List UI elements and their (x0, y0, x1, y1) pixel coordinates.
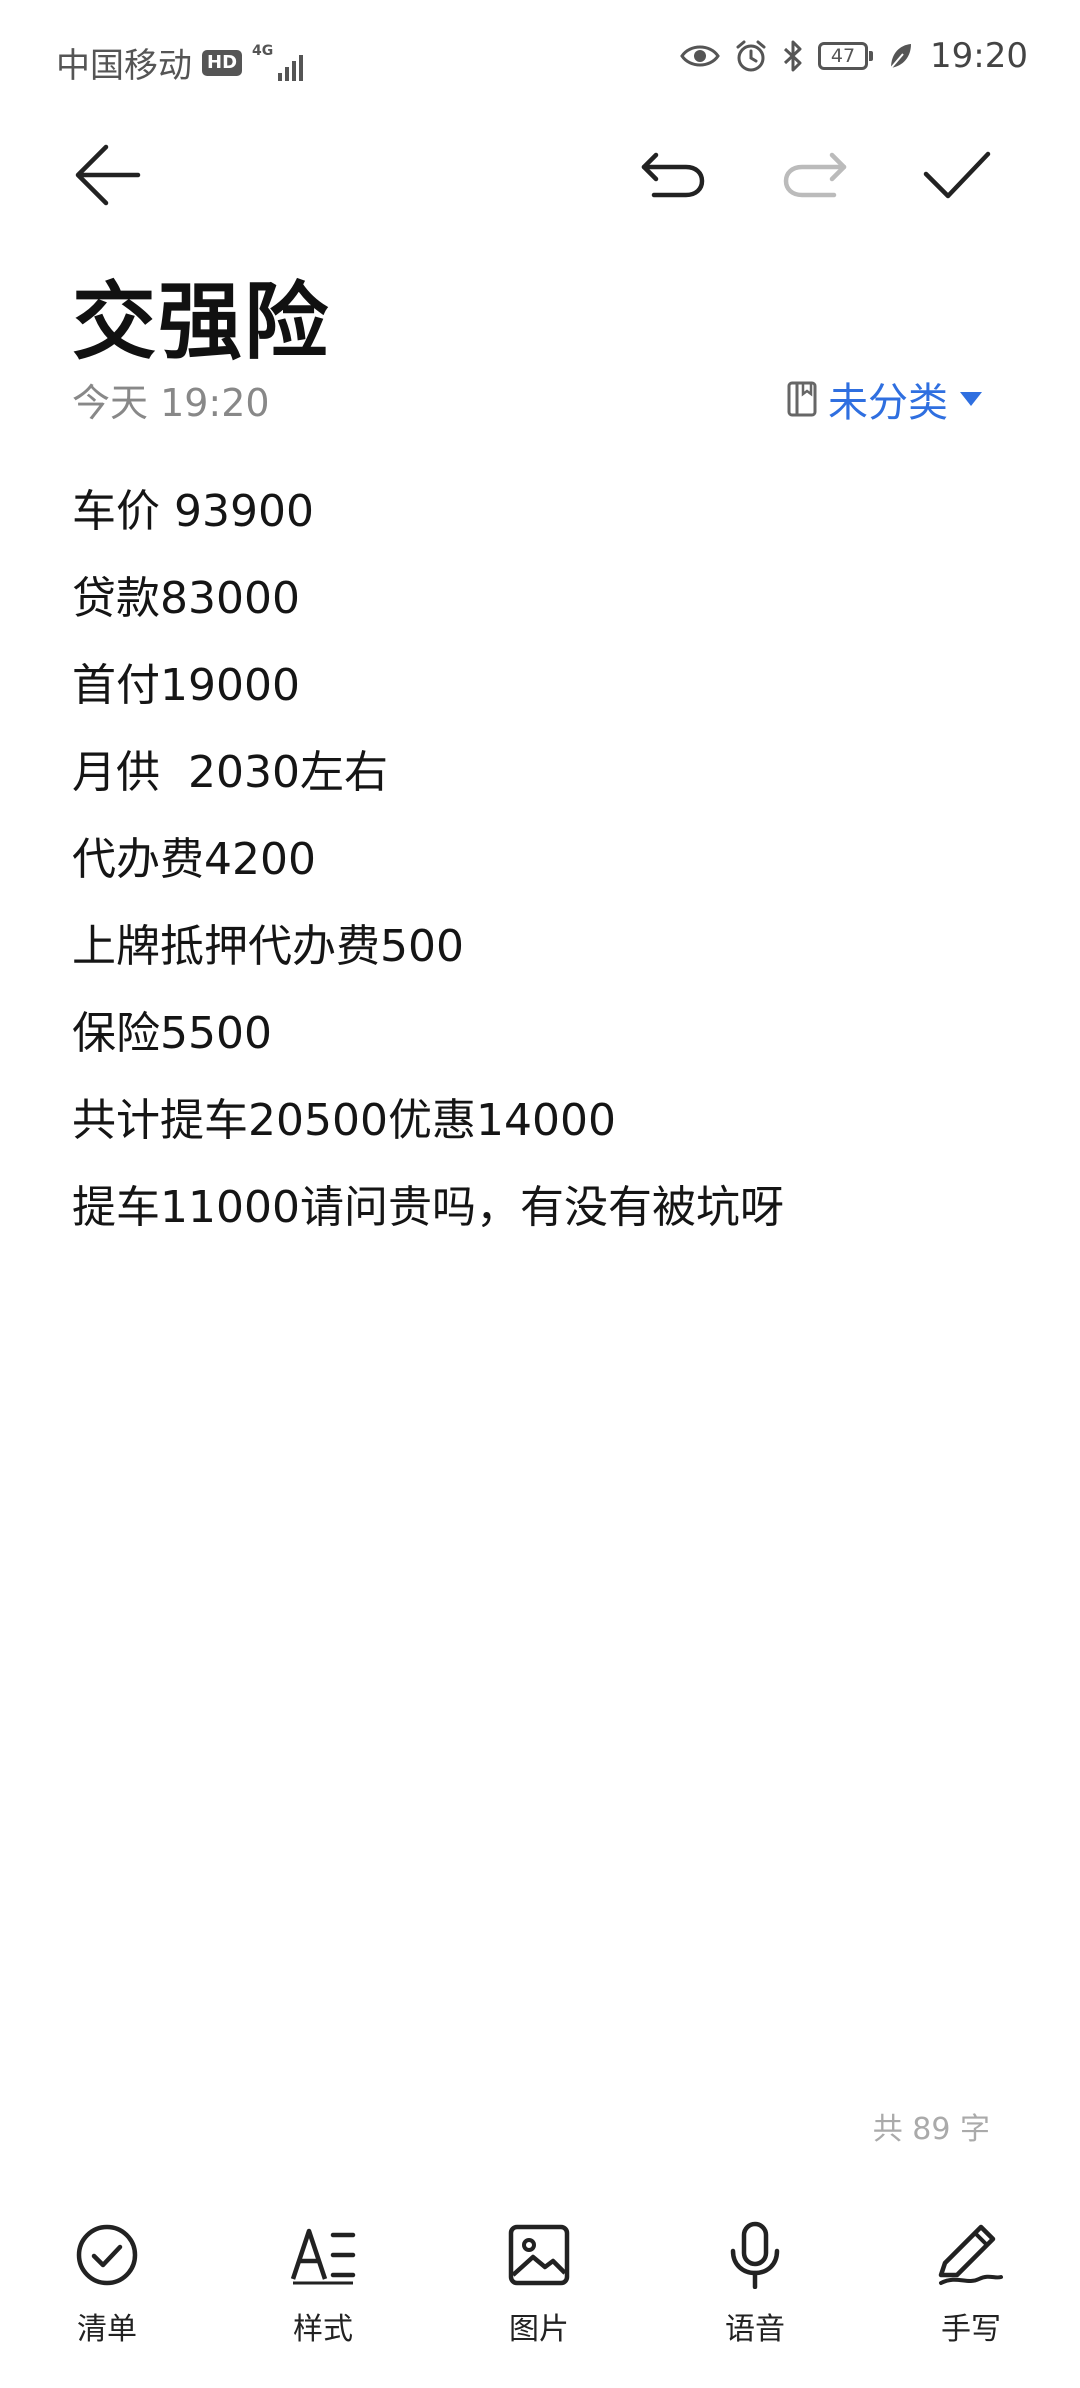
leaf-icon (890, 44, 912, 69)
tool-label: 语音 (725, 2312, 785, 2347)
note-line[interactable]: 车价 93900 (72, 468, 1012, 555)
bluetooth-icon (783, 40, 802, 72)
arrow-left-icon (75, 144, 141, 206)
word-count: 共 89 字 (872, 2112, 990, 2147)
status-icons: 47 19:20 (680, 36, 1028, 76)
notebook-icon (787, 381, 817, 417)
alarm-icon (736, 40, 766, 72)
note-body[interactable]: 车价 93900 贷款83000 首付19000 月供 2030左右 代办费42… (72, 468, 1012, 1251)
note-title[interactable]: 交强险 (72, 255, 330, 376)
clock: 19:20 (930, 36, 1028, 76)
battery-icon: 47 (818, 42, 874, 70)
carrier-info: 中国移动 HD 4G (56, 38, 304, 87)
note-line[interactable]: 共计提车20500优惠14000 (72, 1077, 1012, 1164)
tool-label: 手写 (941, 2312, 1001, 2347)
category-label: 未分类 (828, 380, 948, 426)
status-bar: 中国移动 HD 4G 47 19:20 (0, 0, 1080, 120)
note-line[interactable]: 首付19000 (72, 642, 1012, 729)
pen-icon (938, 2224, 1003, 2285)
image-button[interactable]: 图片 (469, 2220, 609, 2348)
back-button[interactable] (62, 130, 152, 220)
note-date: 今天 19:20 (72, 381, 270, 425)
carrier-name: 中国移动 (56, 46, 192, 86)
bottom-toolbar: 清单 样式 图片 语音 手写 (0, 2200, 1080, 2388)
redo-button[interactable] (770, 130, 860, 220)
note-line[interactable]: 上牌抵押代办费500 (72, 903, 1012, 990)
tool-label: 样式 (293, 2312, 353, 2347)
checkmark-icon (923, 151, 991, 199)
triangle-down-icon (960, 392, 982, 406)
eye-icon (680, 45, 720, 67)
note-line[interactable]: 代办费4200 (72, 816, 1012, 903)
done-button[interactable] (912, 130, 1002, 220)
text-style-icon (290, 2228, 356, 2285)
handwrite-button[interactable]: 手写 (901, 2220, 1041, 2348)
note-line[interactable]: 月供 2030左右 (72, 729, 1012, 816)
redo-icon (783, 152, 847, 198)
checklist-icon (76, 2224, 138, 2286)
style-button[interactable]: 样式 (253, 2220, 393, 2348)
undo-icon (641, 152, 705, 198)
note-line[interactable]: 贷款83000 (72, 555, 1012, 642)
category-selector[interactable]: 未分类 (786, 370, 984, 428)
signal-icon: 4G (252, 42, 304, 81)
network-type: 4G (252, 42, 274, 59)
checklist-button[interactable]: 清单 (37, 2220, 177, 2348)
microphone-icon (730, 2221, 780, 2289)
note-line[interactable]: 保险5500 (72, 990, 1012, 1077)
voice-button[interactable]: 语音 (685, 2220, 825, 2348)
note-line[interactable]: 提车11000请问贵吗，有没有被坑呀 (72, 1164, 1012, 1251)
tool-label: 图片 (509, 2312, 569, 2347)
undo-button[interactable] (628, 130, 718, 220)
image-icon (508, 2224, 570, 2286)
hd-badge: HD (202, 49, 243, 76)
tool-label: 清单 (77, 2312, 137, 2347)
